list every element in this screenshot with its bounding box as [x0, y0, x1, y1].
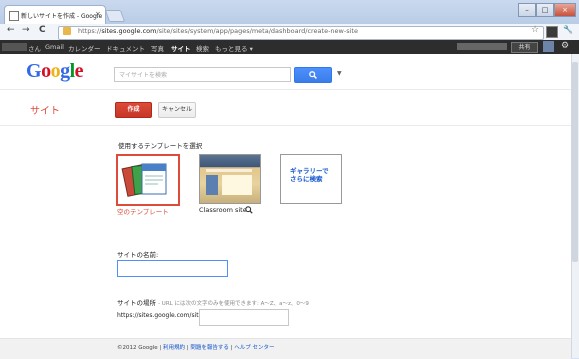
create-button[interactable]: 作成 — [115, 102, 152, 118]
preview-icon[interactable] — [245, 206, 253, 214]
footer-text: ©2012 Google | 利用規約 | 問題を報告する | ヘルプ センター — [117, 343, 275, 351]
search-button[interactable] — [294, 67, 332, 83]
gbar-item-gmail[interactable]: Gmail — [45, 43, 64, 51]
logo-letter: g — [60, 60, 70, 82]
minimize-button[interactable]: – — [518, 3, 536, 17]
template-heading: 使用するテンプレートを選択 — [118, 142, 203, 150]
site-name-input[interactable] — [117, 260, 228, 277]
template-blank[interactable] — [116, 154, 180, 206]
site-url-prefix: https://sites.google.com/site/ — [117, 312, 205, 319]
maximize-button[interactable]: □ — [536, 3, 554, 17]
gbar-item-user[interactable]: さん — [28, 43, 41, 53]
gallery-text-line1: ギャラリーで — [290, 167, 329, 175]
terms-link[interactable]: 利用規約 — [163, 345, 185, 351]
gbar-item-calendar[interactable]: カレンダー — [68, 43, 101, 53]
tab-close-icon[interactable]: × — [95, 10, 101, 18]
back-icon[interactable]: ← — [7, 25, 15, 35]
share-button[interactable]: 共有 — [511, 42, 538, 53]
blank-template-caption[interactable]: 空のテンプレート — [117, 206, 169, 216]
site-location-label-row: サイトの場所 - URL には次の文字のみを使用できます: A～Z、a～z、0～… — [117, 297, 309, 307]
search-placeholder: マイサイトを検索 — [119, 72, 168, 79]
google-bar: さん Gmail カレンダー ドキュメント 写真 サイト 検索 もっと見る ▾ … — [0, 40, 579, 54]
thumbnail-content — [222, 175, 252, 195]
logo-letter: o — [41, 60, 51, 82]
logo-letter: e — [74, 60, 84, 82]
page-title: サイト — [30, 106, 60, 117]
gbar-item-sites[interactable]: サイト — [171, 43, 191, 53]
site-location-hint: - URL には次の文字のみを使用できます: A～Z、a～z、0～9 — [158, 301, 309, 307]
extension-icon[interactable] — [546, 26, 558, 38]
wrench-icon[interactable]: 🔧 — [563, 25, 573, 34]
site-name-label: サイトの名前: — [117, 251, 159, 259]
reload-icon[interactable]: C — [39, 25, 46, 35]
copyright: ©2012 Google — [117, 345, 158, 351]
gbar-item-photos[interactable]: 写真 — [151, 43, 164, 53]
star-icon[interactable]: ☆ — [531, 25, 539, 35]
cancel-button[interactable]: キャンセル — [158, 102, 196, 118]
gallery-link[interactable]: ギャラリーで さらに検索 — [290, 167, 336, 183]
page-icon — [9, 11, 19, 21]
scrollbar-thumb[interactable] — [572, 62, 578, 262]
gbar-item-docs[interactable]: ドキュメント — [106, 43, 145, 53]
logo-letter: o — [50, 60, 61, 82]
user-name-redacted — [2, 43, 27, 51]
gbar-item-more[interactable]: もっと見る ▾ — [215, 43, 253, 53]
footer — [0, 338, 571, 359]
site-location-label: サイトの場所 — [117, 299, 156, 307]
gear-icon[interactable]: ⚙ — [561, 41, 569, 51]
blank-template-icon — [121, 163, 167, 197]
search-icon — [309, 71, 317, 79]
report-link[interactable]: 問題を報告する — [190, 345, 229, 351]
help-link[interactable]: ヘルプ センター — [234, 345, 274, 351]
thumbnail-stripe — [206, 169, 252, 172]
site-url-input[interactable] — [199, 309, 289, 326]
logo-letter: G — [26, 60, 42, 82]
gbar-item-search[interactable]: 検索 — [196, 43, 209, 53]
close-window-button[interactable]: × — [554, 3, 576, 17]
browser-tab[interactable]: 新しいサイトを作成 - Google × — [4, 5, 106, 25]
tab-title: 新しいサイトを作成 - Google — [21, 13, 103, 20]
avatar[interactable] — [543, 41, 554, 52]
divider — [0, 89, 571, 90]
url-text: https://sites.google.com/site/sites/syst… — [78, 27, 358, 35]
divider — [0, 125, 571, 126]
thumbnail-sidebar — [206, 175, 218, 195]
account-email-redacted — [457, 43, 507, 50]
chevron-down-icon[interactable]: ▼ — [337, 70, 342, 77]
google-logo[interactable]: Google — [26, 60, 84, 83]
gallery-text-line2: さらに検索 — [290, 175, 323, 183]
template-classroom[interactable] — [199, 154, 261, 204]
forward-icon[interactable]: → — [22, 25, 30, 35]
lock-icon — [63, 27, 71, 35]
classroom-template-caption[interactable]: Classroom site — [199, 206, 247, 214]
